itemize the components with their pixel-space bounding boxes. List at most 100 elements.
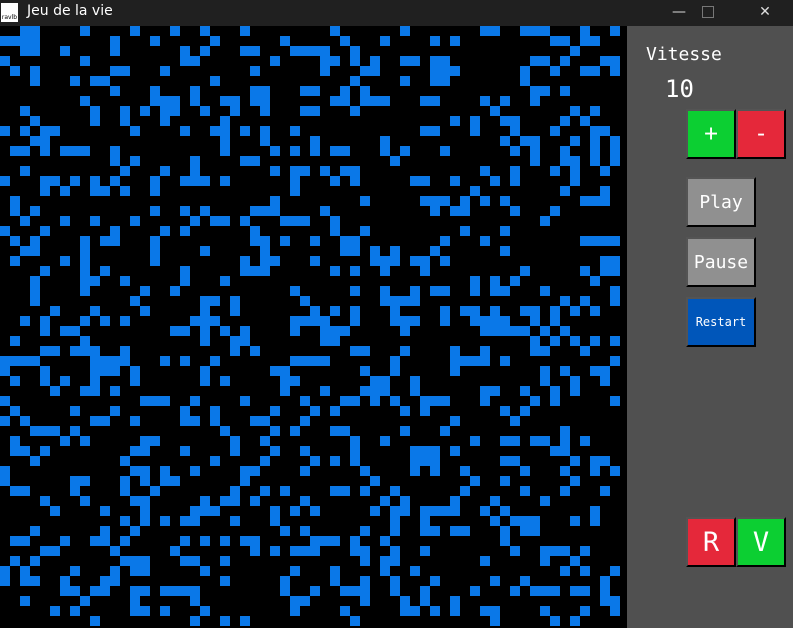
alive-cell[interactable] — [400, 596, 410, 606]
alive-cell[interactable] — [440, 306, 450, 316]
alive-cell[interactable] — [290, 426, 300, 436]
alive-cell[interactable] — [50, 346, 60, 356]
alive-cell[interactable] — [360, 576, 370, 586]
alive-cell[interactable] — [530, 56, 540, 66]
alive-cell[interactable] — [590, 126, 600, 136]
alive-cell[interactable] — [30, 246, 40, 256]
alive-cell[interactable] — [500, 246, 510, 256]
alive-cell[interactable] — [220, 176, 230, 186]
alive-cell[interactable] — [90, 106, 100, 116]
alive-cell[interactable] — [90, 366, 100, 376]
alive-cell[interactable] — [440, 396, 450, 406]
alive-cell[interactable] — [130, 126, 140, 136]
alive-cell[interactable] — [40, 126, 50, 136]
alive-cell[interactable] — [160, 606, 170, 616]
alive-cell[interactable] — [270, 256, 280, 266]
alive-cell[interactable] — [90, 76, 100, 86]
alive-cell[interactable] — [110, 36, 120, 46]
alive-cell[interactable] — [470, 356, 480, 366]
alive-cell[interactable] — [400, 606, 410, 616]
alive-cell[interactable] — [560, 86, 570, 96]
alive-cell[interactable] — [100, 536, 110, 546]
alive-cell[interactable] — [320, 56, 330, 66]
alive-cell[interactable] — [430, 506, 440, 516]
alive-cell[interactable] — [120, 516, 130, 526]
alive-cell[interactable] — [540, 546, 550, 556]
alive-cell[interactable] — [480, 346, 490, 356]
alive-cell[interactable] — [480, 606, 490, 616]
alive-cell[interactable] — [0, 366, 10, 376]
alive-cell[interactable] — [80, 386, 90, 396]
alive-cell[interactable] — [230, 96, 240, 106]
alive-cell[interactable] — [120, 456, 130, 466]
alive-cell[interactable] — [440, 146, 450, 156]
alive-cell[interactable] — [220, 116, 230, 126]
alive-cell[interactable] — [10, 486, 20, 496]
alive-cell[interactable] — [150, 396, 160, 406]
alive-cell[interactable] — [80, 56, 90, 66]
alive-cell[interactable] — [100, 236, 110, 246]
alive-cell[interactable] — [480, 196, 490, 206]
alive-cell[interactable] — [440, 426, 450, 436]
alive-cell[interactable] — [110, 146, 120, 156]
alive-cell[interactable] — [100, 526, 110, 536]
alive-cell[interactable] — [390, 316, 400, 326]
alive-cell[interactable] — [130, 296, 140, 306]
alive-cell[interactable] — [110, 86, 120, 96]
alive-cell[interactable] — [80, 266, 90, 276]
alive-cell[interactable] — [430, 66, 440, 76]
close-icon[interactable]: ✕ — [742, 0, 788, 26]
alive-cell[interactable] — [310, 536, 320, 546]
alive-cell[interactable] — [160, 96, 170, 106]
alive-cell[interactable] — [220, 216, 230, 226]
alive-cell[interactable] — [50, 176, 60, 186]
alive-cell[interactable] — [300, 596, 310, 606]
alive-cell[interactable] — [440, 286, 450, 296]
alive-cell[interactable] — [310, 316, 320, 326]
alive-cell[interactable] — [400, 296, 410, 306]
alive-cell[interactable] — [30, 356, 40, 366]
alive-cell[interactable] — [290, 176, 300, 186]
alive-cell[interactable] — [290, 286, 300, 296]
alive-cell[interactable] — [290, 326, 300, 336]
alive-cell[interactable] — [500, 136, 510, 146]
alive-cell[interactable] — [270, 406, 280, 416]
alive-cell[interactable] — [410, 296, 420, 306]
alive-cell[interactable] — [360, 526, 370, 536]
alive-cell[interactable] — [520, 326, 530, 336]
alive-cell[interactable] — [360, 366, 370, 376]
alive-cell[interactable] — [530, 516, 540, 526]
alive-cell[interactable] — [570, 156, 580, 166]
alive-cell[interactable] — [290, 126, 300, 136]
alive-cell[interactable] — [500, 406, 510, 416]
alive-cell[interactable] — [160, 356, 170, 366]
alive-cell[interactable] — [450, 366, 460, 376]
alive-cell[interactable] — [60, 326, 70, 336]
alive-cell[interactable] — [540, 586, 550, 596]
alive-cell[interactable] — [250, 416, 260, 426]
alive-cell[interactable] — [500, 506, 510, 516]
alive-cell[interactable] — [600, 166, 610, 176]
alive-cell[interactable] — [90, 356, 100, 366]
alive-cell[interactable] — [370, 246, 380, 256]
alive-cell[interactable] — [570, 166, 580, 176]
alive-cell[interactable] — [310, 146, 320, 156]
alive-cell[interactable] — [530, 156, 540, 166]
alive-cell[interactable] — [240, 126, 250, 136]
alive-cell[interactable] — [420, 516, 430, 526]
alive-cell[interactable] — [480, 356, 490, 366]
alive-cell[interactable] — [510, 126, 520, 136]
alive-cell[interactable] — [90, 176, 100, 186]
alive-cell[interactable] — [150, 86, 160, 96]
alive-cell[interactable] — [350, 436, 360, 446]
alive-cell[interactable] — [30, 426, 40, 436]
alive-cell[interactable] — [430, 576, 440, 586]
alive-cell[interactable] — [260, 416, 270, 426]
alive-cell[interactable] — [240, 156, 250, 166]
alive-cell[interactable] — [200, 536, 210, 546]
alive-cell[interactable] — [610, 296, 620, 306]
alive-cell[interactable] — [20, 416, 30, 426]
alive-cell[interactable] — [370, 96, 380, 106]
alive-cell[interactable] — [180, 276, 190, 286]
alive-cell[interactable] — [270, 166, 280, 176]
